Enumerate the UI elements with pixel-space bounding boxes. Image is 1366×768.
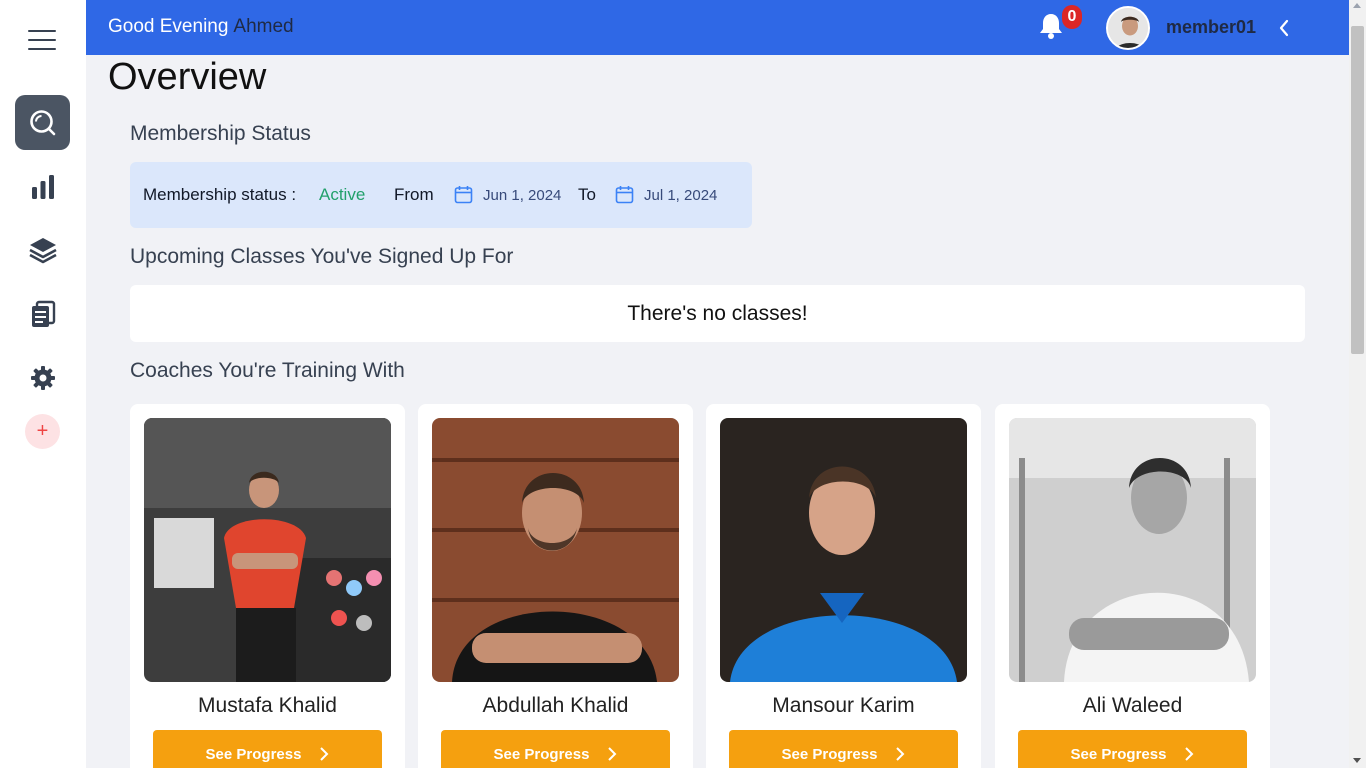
button-label: See Progress — [205, 745, 302, 763]
to-date: Jul 1, 2024 — [644, 187, 718, 204]
from-label: From — [394, 185, 434, 204]
greeting-text: Good Evening — [108, 16, 229, 37]
sidebar-item-reports[interactable] — [15, 286, 70, 341]
add-button[interactable]: + — [25, 414, 60, 449]
coach-photo — [144, 418, 391, 682]
see-progress-button[interactable]: See Progress — [153, 730, 382, 768]
gear-icon — [30, 365, 55, 390]
calendar-icon — [615, 186, 634, 204]
coach-name: Ali Waleed — [1082, 694, 1183, 717]
scroll-up-arrow[interactable] — [1353, 3, 1361, 8]
notification-badge: 0 — [1062, 5, 1082, 29]
coach-card: Ali Waleed See Progress — [995, 404, 1270, 768]
membership-status-label: Membership status : — [143, 185, 297, 204]
coach-photo — [1009, 418, 1256, 682]
chevron-right-icon — [320, 747, 329, 761]
see-progress-button[interactable]: See Progress — [1018, 730, 1247, 768]
button-label: See Progress — [1070, 745, 1167, 763]
chevron-right-icon — [608, 747, 617, 761]
chevron-right-icon — [896, 747, 905, 761]
page-scrollbar[interactable] — [1349, 0, 1366, 768]
coach-card: Abdullah Khalid See Progress — [418, 404, 693, 768]
sidebar-item-stats[interactable] — [15, 159, 70, 214]
layers-icon — [28, 237, 57, 263]
greeting-name: Ahmed — [233, 16, 294, 37]
see-progress-button[interactable]: See Progress — [441, 730, 670, 768]
to-label: To — [578, 185, 596, 204]
coach-name: Abdullah Khalid — [482, 694, 629, 717]
menu-icon[interactable] — [28, 30, 56, 50]
calendar-icon — [454, 186, 473, 204]
sidebar-item-classes[interactable] — [15, 222, 70, 277]
sidebar-item-search[interactable] — [15, 95, 70, 150]
page-title: Overview — [108, 56, 267, 98]
bell-icon[interactable] — [1038, 12, 1064, 40]
sidebar: + — [0, 0, 86, 768]
chevron-right-icon — [1185, 747, 1194, 761]
coach-photo — [720, 418, 967, 682]
search-icon — [29, 109, 55, 135]
user-photo — [1108, 8, 1148, 48]
greeting: Good Evening Ahmed — [108, 16, 294, 38]
coach-name: Mustafa Khalid — [198, 694, 337, 717]
empty-classes-message: There's no classes! — [130, 285, 1305, 342]
top-header: Good Evening Ahmed 0 member01 — [86, 0, 1349, 55]
status-badge: Active — [319, 185, 366, 204]
username[interactable]: member01 — [1166, 17, 1256, 38]
see-progress-button[interactable]: See Progress — [729, 730, 958, 768]
button-label: See Progress — [781, 745, 878, 763]
clipboard-icon — [31, 300, 55, 327]
classes-heading: Upcoming Classes You've Signed Up For — [130, 245, 514, 268]
avatar[interactable] — [1106, 6, 1150, 50]
from-date: Jun 1, 2024 — [483, 187, 562, 204]
coach-photo — [432, 418, 679, 682]
coach-name: Mansour Karim — [772, 694, 915, 717]
bar-chart-icon — [31, 174, 54, 199]
coach-card: Mansour Karim See Progress — [706, 404, 981, 768]
chevron-left-icon[interactable] — [1277, 18, 1291, 38]
plus-icon: + — [36, 420, 49, 442]
button-label: See Progress — [493, 745, 590, 763]
membership-heading: Membership Status — [130, 122, 311, 145]
membership-status-box: Membership status : Active From Jun 1, 2… — [130, 162, 752, 228]
coaches-heading: Coaches You're Training With — [130, 359, 405, 382]
scroll-thumb[interactable] — [1351, 26, 1364, 354]
scroll-down-arrow[interactable] — [1353, 758, 1361, 763]
sidebar-item-settings[interactable] — [15, 350, 70, 405]
coach-card: Mustafa Khalid See Progress — [130, 404, 405, 768]
